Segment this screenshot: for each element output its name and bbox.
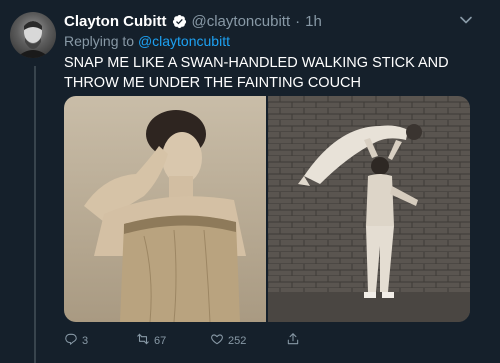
reply-count: 3	[82, 334, 89, 347]
replying-to-label: Replying to	[64, 33, 135, 49]
chevron-down-icon[interactable]	[458, 12, 474, 28]
retweet-count: 67	[154, 334, 167, 347]
verified-badge-icon	[172, 14, 187, 29]
tweet-media[interactable]	[64, 96, 470, 322]
timestamp[interactable]: 1h	[305, 13, 322, 30]
replying-to: Replying to @claytoncubitt	[64, 33, 230, 49]
separator-dot: ·	[295, 12, 301, 30]
photo-strongwoman-flexing[interactable]	[64, 96, 266, 322]
handle[interactable]: @claytoncubitt	[192, 13, 291, 30]
avatar[interactable]	[10, 12, 56, 58]
retweet-action[interactable]: 67	[136, 332, 166, 349]
share-action[interactable]	[286, 332, 300, 349]
tweet-actions: 3 67 252	[64, 332, 324, 350]
share-icon	[286, 332, 300, 349]
tweet-header: Clayton Cubitt @claytoncubitt · 1h	[64, 11, 322, 31]
tweet-text: SNAP ME LIKE A SWAN-HANDLED WALKING STIC…	[64, 55, 449, 91]
reply-action[interactable]: 3	[64, 332, 88, 349]
display-name[interactable]: Clayton Cubitt	[64, 13, 167, 30]
like-count: 252	[228, 334, 247, 347]
replying-to-mention[interactable]: @claytoncubitt	[138, 33, 230, 49]
reply-icon	[64, 332, 78, 349]
thread-line	[34, 66, 36, 363]
photo-strongwoman-lifting-man[interactable]	[268, 96, 470, 322]
heart-icon	[210, 332, 224, 349]
retweet-icon	[136, 332, 150, 349]
like-action[interactable]: 252	[210, 332, 246, 349]
